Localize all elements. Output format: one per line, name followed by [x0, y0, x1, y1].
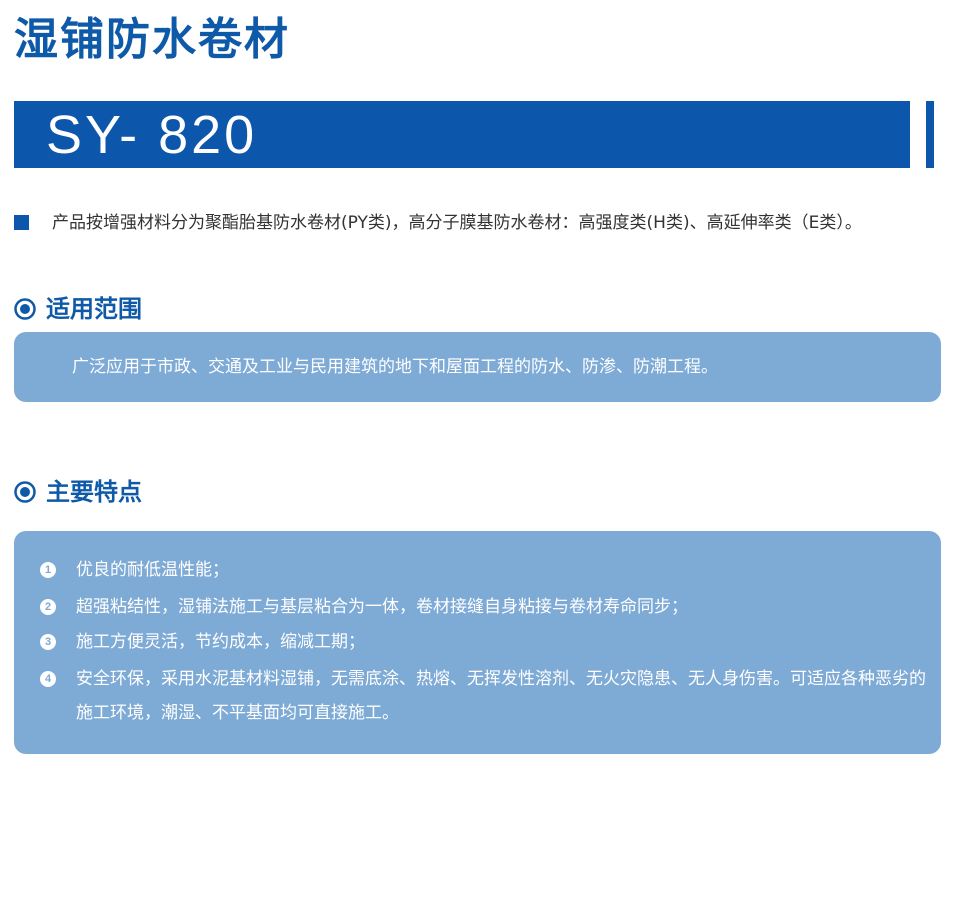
feature-text: 施工方便灵活，节约成本，缩减工期；: [76, 632, 365, 652]
target-circle-icon: [14, 298, 36, 320]
square-bullet-icon: [14, 215, 29, 230]
number-badge: 3: [40, 634, 56, 650]
number-badge: 4: [40, 671, 56, 687]
model-banner: SY- 820: [14, 101, 910, 168]
features-title: 主要特点: [46, 478, 142, 506]
feature-text: 优良的耐低温性能；: [76, 560, 229, 580]
scope-heading: 适用范围: [14, 295, 314, 326]
intro-text: 产品按增强材料分为聚酯胎基防水卷材(PY类)，高分子膜基防水卷材：高强度类(H类…: [52, 213, 862, 233]
number-badge: 1: [40, 562, 56, 578]
scope-panel: 广泛应用于市政、交通及工业与民用建筑的地下和屋面工程的防水、防渗、防潮工程。: [14, 332, 941, 402]
feature-text: 安全环保，采用水泥基材料湿铺，无需底涂、热熔、无挥发性溶剂、无火灾隐患、无人身伤…: [76, 669, 926, 723]
scope-title: 适用范围: [46, 295, 142, 323]
intro-row: 产品按增强材料分为聚酯胎基防水卷材(PY类)，高分子膜基防水卷材：高强度类(H类…: [14, 210, 944, 236]
banner-end-bar: [926, 101, 934, 168]
features-heading: 主要特点: [14, 478, 314, 509]
page-title: 湿铺防水卷材: [14, 14, 290, 65]
feature-text: 超强粘结性，湿铺法施工与基层粘合为一体，卷材接缝自身粘接与卷材寿命同步；: [76, 597, 688, 617]
features-panel: 1 优良的耐低温性能； 2 超强粘结性，湿铺法施工与基层粘合为一体，卷材接缝自身…: [14, 531, 941, 754]
scope-text: 广泛应用于市政、交通及工业与民用建筑的地下和屋面工程的防水、防渗、防潮工程。: [72, 357, 718, 377]
target-circle-icon: [14, 481, 36, 503]
model-number: SY- 820: [46, 105, 258, 165]
number-badge: 2: [40, 599, 56, 615]
